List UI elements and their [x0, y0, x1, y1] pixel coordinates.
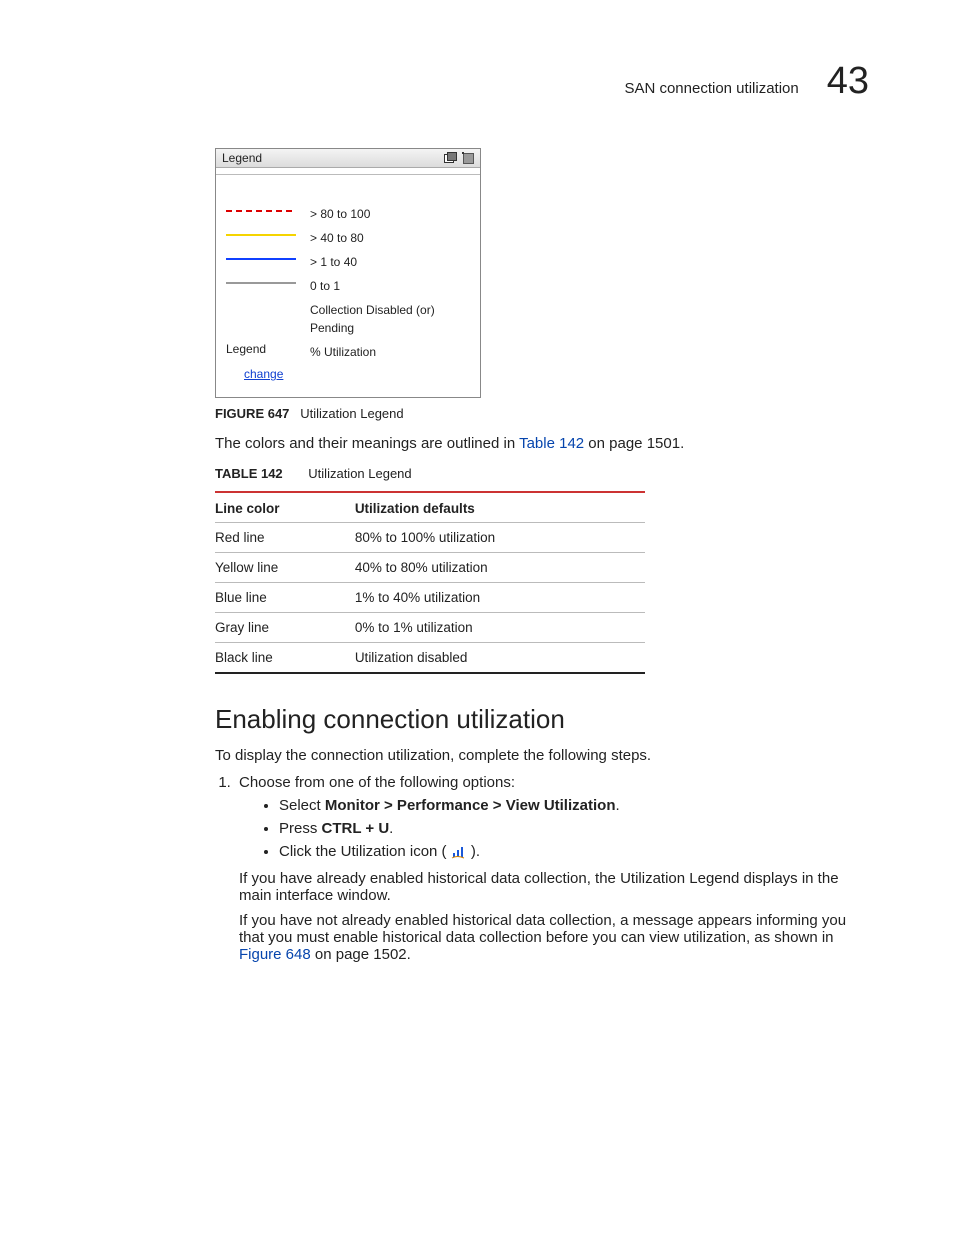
table-row: Red line80% to 100% utilization [215, 523, 645, 553]
table-caption: TABLE 142 Utilization Legend [215, 466, 869, 481]
steps-list: Choose from one of the following options… [215, 774, 869, 963]
legend-titlebar: Legend [216, 149, 480, 168]
legend-row: > 40 to 80 [226, 229, 470, 247]
col-header: Utilization defaults [355, 492, 645, 523]
figure-label: FIGURE 647 [215, 406, 289, 421]
legend-footer: Legend % Utilization [226, 343, 470, 361]
swatch-blue-icon [226, 258, 296, 260]
table-row: Black lineUtilization disabled [215, 643, 645, 674]
legend-label: > 40 to 80 [310, 229, 364, 247]
legend-label: > 1 to 40 [310, 253, 357, 271]
legend-label: Collection Disabled (or) Pending [310, 301, 470, 337]
intro-paragraph: The colors and their meanings are outlin… [215, 435, 869, 452]
table-row: Yellow line40% to 80% utilization [215, 553, 645, 583]
swatch-gray-icon [226, 282, 296, 284]
swatch-red-icon [226, 210, 296, 212]
section-heading: Enabling connection utilization [215, 704, 869, 735]
utilization-table: Line color Utilization defaults Red line… [215, 491, 645, 674]
table-row: Gray line0% to 1% utilization [215, 613, 645, 643]
step-note-1: If you have already enabled historical d… [239, 870, 869, 904]
legend-row: Collection Disabled (or) Pending [226, 301, 470, 337]
legend-row: 0 to 1 [226, 277, 470, 295]
table-label: TABLE 142 [215, 466, 283, 481]
col-header: Line color [215, 492, 355, 523]
swatch-yellow-icon [226, 234, 296, 236]
figure-caption-text: Utilization Legend [300, 406, 403, 421]
legend-row: > 80 to 100 [226, 205, 470, 223]
chapter-number: 43 [827, 60, 869, 103]
utilization-icon [451, 845, 467, 859]
legend-label: > 80 to 100 [310, 205, 370, 223]
table-row: Blue line1% to 40% utilization [215, 583, 645, 613]
legend-change-link[interactable]: change [244, 367, 470, 381]
figure-648-link[interactable]: Figure 648 [239, 946, 311, 963]
running-header-title: SAN connection utilization [624, 80, 798, 97]
maximize-icon[interactable] [444, 152, 456, 164]
step-note-2: If you have not already enabled historic… [239, 912, 869, 963]
legend-footer-left: Legend [226, 343, 296, 355]
legend-panel: Legend > 80 to 100 > 40 to 80 > 1 to 40 [215, 148, 481, 398]
table-142-link[interactable]: Table 142 [519, 435, 584, 452]
figure-caption: FIGURE 647 Utilization Legend [215, 406, 869, 421]
options-list: Select Monitor > Performance > View Util… [261, 797, 869, 860]
step-1: Choose from one of the following options… [235, 774, 869, 963]
running-header: SAN connection utilization 43 [85, 60, 869, 103]
option-icon: Click the Utilization icon ( ). [279, 843, 869, 860]
restore-icon[interactable] [462, 152, 474, 164]
section-intro: To display the connection utilization, c… [215, 747, 869, 764]
legend-title: Legend [222, 151, 262, 165]
option-select-menu: Select Monitor > Performance > View Util… [279, 797, 869, 814]
legend-label: 0 to 1 [310, 277, 340, 295]
table-caption-text: Utilization Legend [308, 466, 411, 481]
legend-divider [216, 168, 480, 175]
legend-row: > 1 to 40 [226, 253, 470, 271]
option-keyboard: Press CTRL + U. [279, 820, 869, 837]
legend-footer-right: % Utilization [310, 343, 376, 361]
